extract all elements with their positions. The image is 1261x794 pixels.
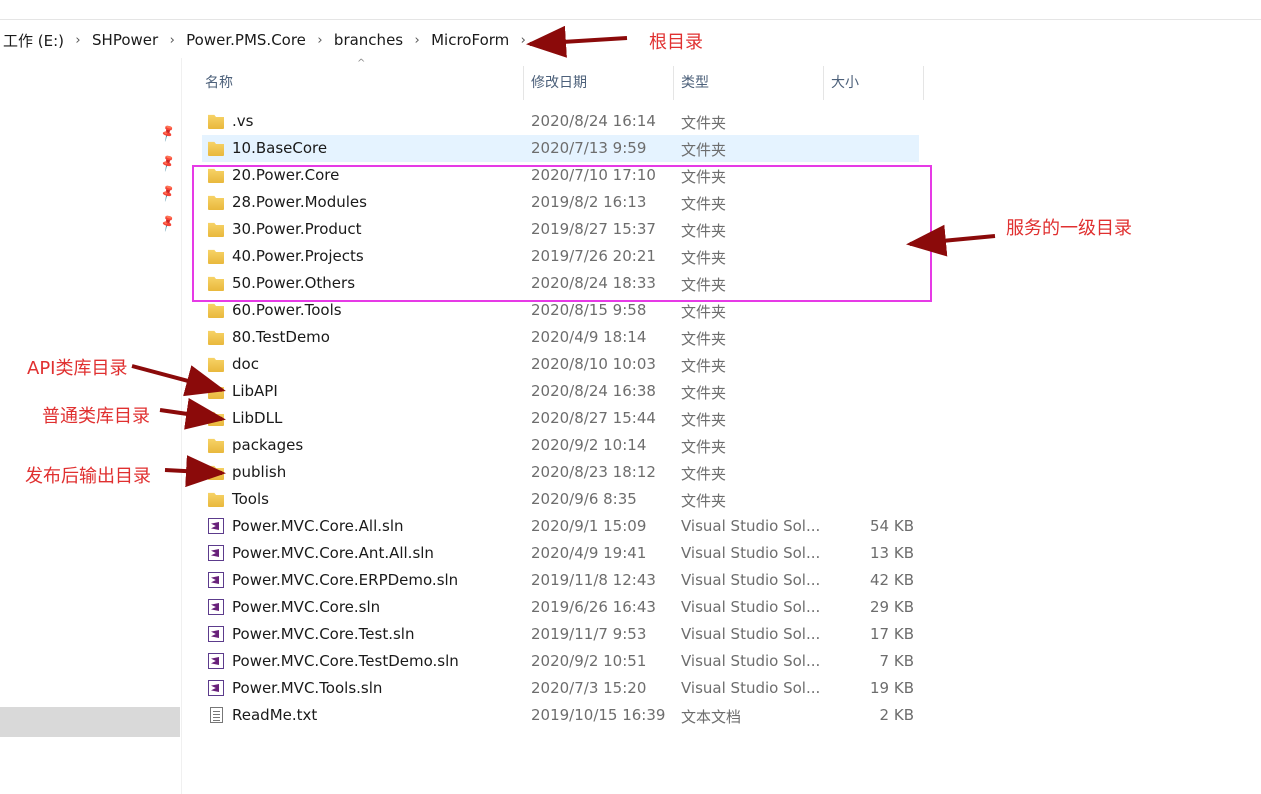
annotation-common: 普通类库目录 — [42, 406, 150, 427]
arrow-publish — [164, 455, 226, 488]
arrow-api — [131, 364, 226, 397]
arrow-service — [906, 224, 996, 257]
annotation-service: 服务的一级目录 — [1006, 218, 1132, 239]
annotation-root: 根目录 — [649, 32, 703, 53]
arrow-common — [159, 397, 226, 430]
annotation-api: API类库目录 — [27, 358, 128, 379]
annotation-arrows — [131, 25, 996, 488]
annotation-publish: 发布后输出目录 — [25, 466, 151, 487]
arrow-root — [526, 25, 628, 58]
